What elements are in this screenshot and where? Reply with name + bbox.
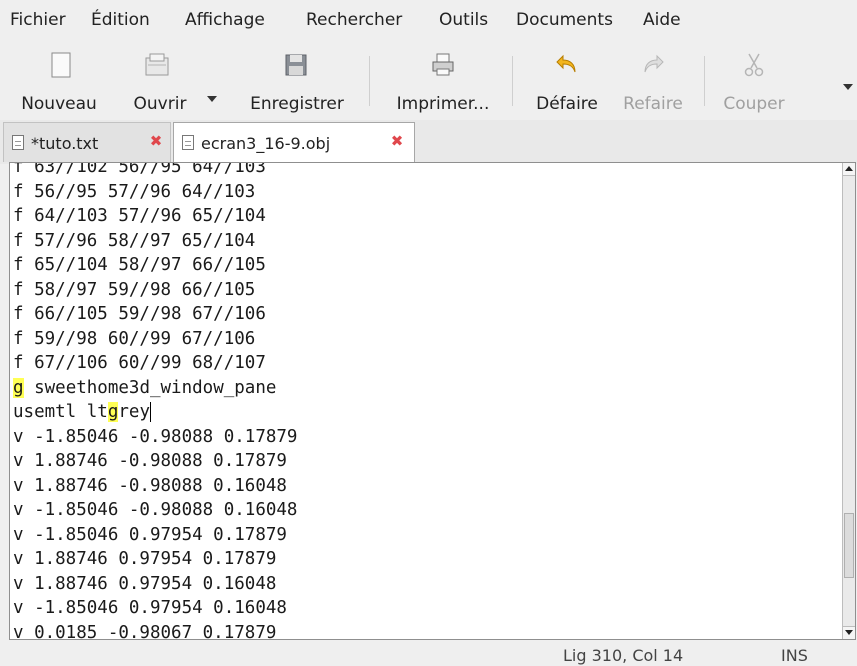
scroll-up-arrow-icon[interactable]	[843, 163, 855, 176]
code-line: v 1.88746 -0.98088 0.16048	[13, 475, 287, 496]
code-line: f 67//106 60//99 68//107	[13, 353, 266, 373]
code-line: v 1.88746 0.97954 0.17879	[13, 549, 277, 569]
code-area[interactable]: f 63//102 56//95 64//103 f 56//95 57//96…	[13, 162, 838, 640]
tab-ecran3-obj[interactable]: ecran3_16-9.obj ✖	[173, 122, 415, 164]
code-line: f 57//96 58//97 65//104	[13, 230, 256, 251]
status-bar: Lig 310, Col 14 INS	[0, 640, 857, 666]
toolbar-separator	[704, 56, 705, 106]
code-line: v -1.85046 0.97954 0.16048	[13, 598, 287, 618]
tab-tuto-txt[interactable]: *tuto.txt ✖	[3, 122, 171, 162]
new-document-icon	[51, 52, 71, 78]
redo-arrow-icon	[644, 54, 664, 73]
menu-fichier[interactable]: Fichier	[10, 10, 66, 30]
code-line: f 58//97 59//98 66//105	[13, 279, 256, 300]
code-line: v -1.85046 -0.98088 0.17879	[13, 426, 298, 447]
code-line: v 1.88746 0.97954 0.16048	[13, 573, 277, 594]
cursor-position: Lig 310, Col 14	[563, 646, 684, 665]
open-folder-icon	[145, 53, 169, 76]
cut-button-label: Couper	[723, 94, 785, 114]
menu-rechercher[interactable]: Rechercher	[306, 10, 402, 30]
undo-button[interactable]: Défaire	[522, 42, 612, 116]
tab-label: ecran3_16-9.obj	[201, 134, 331, 153]
code-line: f 63//102 56//95 64//103	[13, 162, 266, 177]
close-icon[interactable]: ✖	[390, 134, 404, 149]
text-editor[interactable]: f 63//102 56//95 64//103 f 56//95 57//96…	[9, 162, 856, 640]
menu-aide[interactable]: Aide	[643, 10, 681, 30]
cut-button[interactable]: Couper	[712, 42, 796, 116]
text-cursor	[149, 402, 151, 422]
text-document-icon	[182, 135, 194, 150]
toolbar: Nouveau Ouvrir Enregistrer Imprimer... D…	[0, 40, 857, 120]
menu-affichage[interactable]: Affichage	[185, 10, 265, 30]
menu-documents[interactable]: Documents	[516, 10, 613, 30]
code-line: v 1.88746 -0.98088 0.17879	[13, 451, 287, 471]
scroll-down-arrow-icon[interactable]	[843, 626, 855, 639]
menu-outils[interactable]: Outils	[439, 10, 488, 30]
close-icon[interactable]: ✖	[149, 134, 163, 149]
code-line: v -1.85046 -0.98088 0.16048	[13, 500, 298, 520]
tab-bar: *tuto.txt ✖ ecran3_16-9.obj ✖	[0, 120, 857, 164]
open-button[interactable]: Ouvrir	[120, 42, 200, 116]
toolbar-separator	[369, 56, 370, 106]
floppy-disk-icon	[285, 54, 307, 76]
code-line: v 0.0185 -0.98067 0.17879	[13, 622, 277, 640]
text-document-icon	[12, 135, 24, 150]
undo-button-label: Défaire	[536, 94, 598, 114]
search-highlight: g	[107, 402, 119, 422]
code-line: f 66//105 59//98 67//106	[13, 304, 266, 324]
save-button[interactable]: Enregistrer	[236, 42, 358, 116]
tab-label: *tuto.txt	[31, 134, 99, 153]
toolbar-separator	[512, 56, 513, 106]
undo-arrow-icon	[556, 54, 576, 73]
new-button-label: Nouveau	[21, 94, 97, 114]
toolbar-overflow-arrow-icon[interactable]	[843, 84, 853, 90]
code-line: f 56//95 57//96 64//103	[13, 181, 256, 202]
printer-icon	[432, 53, 454, 76]
code-line: v -1.85046 0.97954 0.17879	[13, 524, 287, 545]
vertical-scrollbar[interactable]	[842, 163, 855, 639]
open-button-label: Ouvrir	[133, 94, 187, 114]
new-button[interactable]: Nouveau	[0, 42, 118, 116]
search-highlight: g	[13, 377, 24, 398]
code-line: f 64//103 57//96 65//104	[13, 206, 266, 226]
insert-mode-indicator[interactable]: INS	[781, 646, 808, 665]
code-line-highlighted: g sweethome3d_window_pane	[13, 377, 277, 398]
code-line: f 59//98 60//99 67//106	[13, 328, 256, 349]
open-dropdown-arrow-icon[interactable]	[207, 96, 217, 102]
scrollbar-thumb[interactable]	[844, 513, 854, 578]
print-button-label: Imprimer...	[396, 94, 490, 114]
redo-button-label: Refaire	[623, 94, 683, 114]
redo-button[interactable]: Refaire	[612, 42, 694, 116]
menu-bar: Fichier Édition Affichage Rechercher Out…	[0, 0, 857, 38]
save-button-label: Enregistrer	[250, 94, 344, 114]
scissors-icon	[744, 53, 764, 77]
menu-edition[interactable]: Édition	[91, 10, 150, 30]
print-button[interactable]: Imprimer...	[380, 42, 506, 116]
code-line: f 65//104 58//97 66//105	[13, 255, 266, 275]
code-line-current: usemtl ltgrey	[13, 402, 151, 422]
